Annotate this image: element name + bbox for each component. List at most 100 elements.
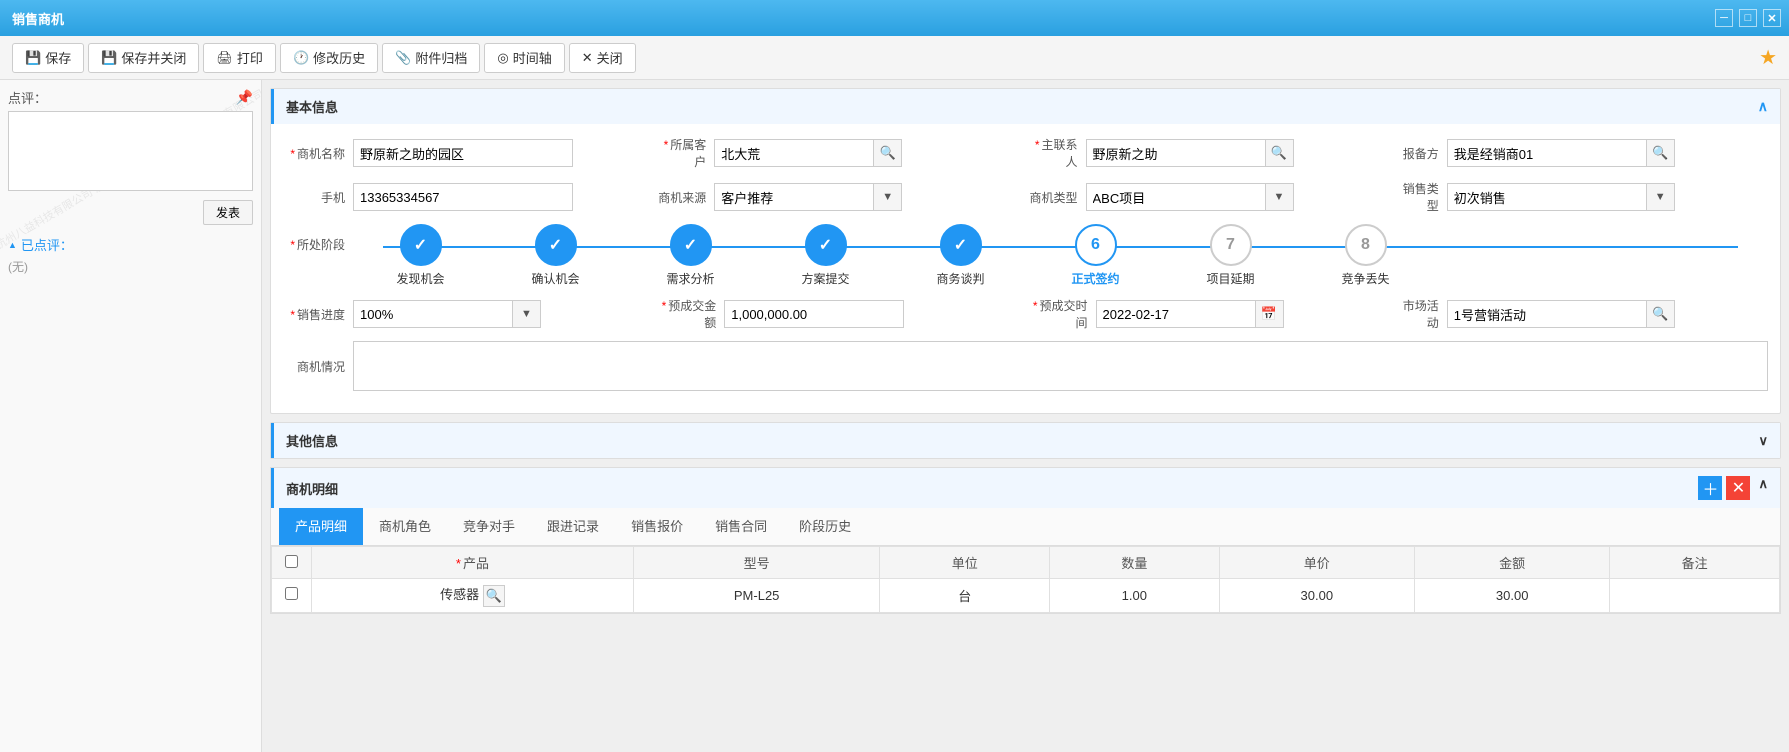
stage-3-circle: ✓ — [670, 224, 712, 266]
market-activity-search-button[interactable]: 🔍 — [1647, 300, 1675, 328]
expected-time-cell: 预成交时间 📅 — [1026, 297, 1397, 331]
report-to-search-button[interactable]: 🔍 — [1647, 139, 1675, 167]
history-icon: 🕐 — [293, 50, 309, 66]
sales-type-input[interactable] — [1447, 183, 1647, 211]
source-dropdown-button[interactable]: ▼ — [874, 183, 902, 211]
attachments-button[interactable]: 📎 附件归档 — [382, 43, 480, 73]
modify-history-button[interactable]: 🕐 修改历史 — [280, 43, 378, 73]
detail-header-actions: ＋ ✕ ∧ — [1698, 476, 1768, 500]
opportunity-type-label: 商机类型 — [1026, 189, 1086, 206]
title-bar: 销售商机 ─ □ ✕ — [0, 0, 1789, 36]
col-amount: 金额 — [1414, 547, 1609, 579]
basic-info-body: 商机名称 所属客户 🔍 主联系人 🔍 报备方 — [271, 124, 1780, 413]
detail-chevron: ∧ — [1758, 476, 1768, 500]
opportunity-type-input[interactable] — [1086, 183, 1266, 211]
date-picker-button[interactable]: 📅 — [1256, 300, 1284, 328]
stage-4-circle: ✓ — [805, 224, 847, 266]
stage-3[interactable]: ✓ 需求分析 — [623, 224, 758, 287]
stage-7[interactable]: 7 项目延期 — [1163, 224, 1298, 287]
sidebar: 点评： 📌 发表 已点评： (无) 杭州八益科技有限公司 惠顾 2023-05-… — [0, 80, 262, 752]
stage-7-circle: 7 — [1210, 224, 1252, 266]
minimize-button[interactable]: ─ — [1715, 9, 1733, 27]
row-product-search[interactable]: 🔍 — [483, 585, 505, 607]
stage-2[interactable]: ✓ 确认机会 — [488, 224, 623, 287]
expected-time-input[interactable] — [1096, 300, 1256, 328]
progress-input[interactable] — [353, 300, 513, 328]
main-contact-cell: 主联系人 🔍 — [1026, 136, 1397, 170]
submit-comment-button[interactable]: 发表 — [203, 200, 253, 225]
customer-input[interactable] — [714, 139, 874, 167]
merchant-name-input[interactable] — [353, 139, 573, 167]
stage-4-label: 方案提交 — [801, 270, 849, 287]
sales-type-dropdown-button[interactable]: ▼ — [1647, 183, 1675, 211]
tab-follow-record[interactable]: 跟进记录 — [531, 508, 615, 545]
expected-amount-input[interactable] — [724, 300, 904, 328]
close-window-button[interactable]: ✕ — [1763, 9, 1781, 27]
expected-time-label: 预成交时间 — [1026, 297, 1096, 331]
row-unit-cell: 台 — [880, 579, 1050, 613]
progress-dropdown-button[interactable]: ▼ — [513, 300, 541, 328]
stage-8-circle: 8 — [1345, 224, 1387, 266]
tab-product-detail[interactable]: 产品明细 — [279, 508, 363, 545]
stage-1[interactable]: ✓ 发现机会 — [353, 224, 488, 287]
timeline-icon: ◎ — [497, 50, 508, 66]
row-checkbox[interactable] — [285, 587, 298, 600]
maximize-button[interactable]: □ — [1739, 9, 1757, 27]
basic-info-header[interactable]: 基本信息 ∧ — [271, 89, 1780, 124]
situation-textarea[interactable] — [353, 341, 1768, 391]
detail-add-button[interactable]: ＋ — [1698, 476, 1722, 500]
row-qty: 1.00 — [1122, 588, 1147, 603]
main-contact-input[interactable] — [1086, 139, 1266, 167]
sales-type-cell: 销售类型 ▼ — [1397, 180, 1768, 214]
save-button[interactable]: 💾 保存 — [12, 43, 84, 73]
tab-sales-quote[interactable]: 销售报价 — [615, 508, 699, 545]
report-to-input[interactable] — [1447, 139, 1647, 167]
app-title: 销售商机 — [12, 9, 64, 28]
other-info-title: 其他信息 — [286, 431, 338, 450]
opportunity-type-dropdown-button[interactable]: ▼ — [1266, 183, 1294, 211]
detail-tabs: 产品明细 商机角色 竞争对手 跟进记录 销售报价 销售合同 阶段历史 — [271, 508, 1780, 546]
market-activity-input[interactable] — [1447, 300, 1647, 328]
row-product-name: 传感器 — [440, 587, 479, 602]
timeline-button[interactable]: ◎ 时间轴 — [484, 43, 564, 73]
tab-competitor[interactable]: 竞争对手 — [447, 508, 531, 545]
stage-items: ✓ 发现机会 ✓ 确认机会 ✓ 需求分析 — [353, 224, 1768, 287]
opportunity-type-cell: 商机类型 ▼ — [1026, 183, 1397, 211]
star-button[interactable]: ★ — [1759, 45, 1777, 70]
stage-5[interactable]: ✓ 商务谈判 — [893, 224, 1028, 287]
phone-input[interactable] — [353, 183, 573, 211]
stage-4[interactable]: ✓ 方案提交 — [758, 224, 893, 287]
save-close-button[interactable]: 💾 保存并关闭 — [88, 43, 199, 73]
source-label: 商机来源 — [654, 189, 714, 206]
print-icon: 🖨 — [216, 50, 233, 66]
expected-amount-cell: 预成交金额 — [654, 297, 1025, 331]
row-price: 30.00 — [1301, 588, 1334, 603]
tab-stage-history[interactable]: 阶段历史 — [783, 508, 867, 545]
stage-8[interactable]: 8 竞争丢失 — [1298, 224, 1433, 287]
stage-6-circle: 6 — [1075, 224, 1117, 266]
main-contact-label: 主联系人 — [1026, 136, 1086, 170]
table-row: 传感器 🔍 PM-L25 台 1.00 30.00 30.00 — [272, 579, 1780, 613]
pin-icon[interactable]: 📌 — [236, 89, 253, 106]
tab-merchant-role[interactable]: 商机角色 — [363, 508, 447, 545]
stage-5-label: 商务谈判 — [936, 270, 984, 287]
customer-search-button[interactable]: 🔍 — [874, 139, 902, 167]
detail-delete-button[interactable]: ✕ — [1726, 476, 1750, 500]
close-button[interactable]: ✕ 关闭 — [569, 43, 636, 73]
source-input[interactable] — [714, 183, 874, 211]
stage-row-wrapper: 所处阶段 ✓ 发现机会 ✓ 确认机会 — [283, 224, 1768, 287]
other-info-header[interactable]: 其他信息 ∨ — [271, 423, 1780, 458]
customer-cell: 所属客户 🔍 — [654, 136, 1025, 170]
stage-5-circle: ✓ — [940, 224, 982, 266]
main-contact-search-button[interactable]: 🔍 — [1266, 139, 1294, 167]
row-amount: 30.00 — [1496, 588, 1529, 603]
print-button[interactable]: 🖨 打印 — [203, 43, 276, 73]
progress-cell: 销售进度 ▼ — [283, 300, 654, 328]
other-info-chevron: ∨ — [1758, 433, 1768, 449]
comment-textarea[interactable] — [8, 111, 253, 191]
tab-sales-contract[interactable]: 销售合同 — [699, 508, 783, 545]
select-all-checkbox[interactable] — [285, 555, 298, 568]
stage-6[interactable]: 6 正式签约 — [1028, 224, 1163, 287]
stage-2-circle: ✓ — [535, 224, 577, 266]
save-icon: 💾 — [25, 50, 41, 66]
